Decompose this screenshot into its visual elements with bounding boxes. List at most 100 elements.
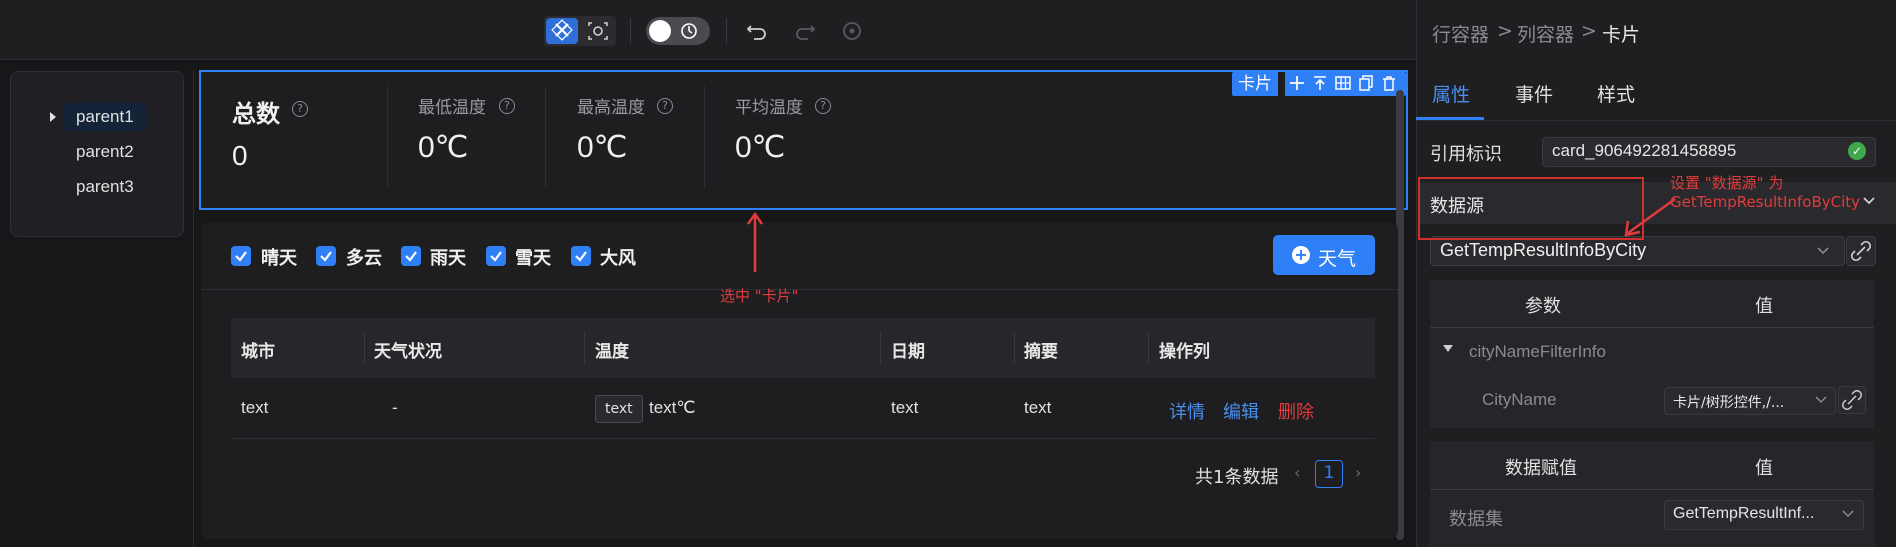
ref-id-label: 引用标识 — [1430, 144, 1502, 165]
tab-events[interactable]: 事件 — [1515, 80, 1553, 107]
stat-avg-label: 平均温度 — [735, 98, 803, 118]
stat-total-value: 0 — [232, 140, 248, 171]
pager-current-page[interactable]: 1 — [1315, 460, 1343, 488]
assign-header-line — [1430, 489, 1874, 490]
help-icon: ? — [815, 98, 831, 114]
column-header-city: 城市 — [241, 342, 275, 362]
stat-total-label: 总数 — [232, 101, 280, 128]
stats-card[interactable] — [199, 70, 1408, 210]
history-icon — [843, 22, 861, 40]
design-mode-icon — [551, 19, 573, 41]
history-button[interactable] — [837, 16, 867, 46]
stat-min-value: 0℃ — [418, 131, 469, 164]
column-divider — [584, 333, 585, 363]
link-icon — [1842, 390, 1862, 410]
column-header-date: 日期 — [891, 342, 925, 362]
tab-properties[interactable]: 属性 — [1432, 80, 1470, 107]
breadcrumb-column[interactable]: 列容器 — [1517, 20, 1574, 47]
datasource-value: GetTempResultInfoByCity — [1440, 240, 1647, 260]
cell-weather: - — [392, 398, 398, 417]
checkbox-cloudy[interactable] — [316, 246, 336, 266]
pager-prev-icon[interactable]: ‹ — [1294, 463, 1300, 482]
delete-link[interactable]: 删除 — [1278, 398, 1314, 424]
select-parent-icon[interactable] — [1311, 74, 1329, 92]
undo-icon — [746, 25, 766, 40]
checkbox-label-sunny: 晴天 — [261, 248, 297, 269]
checkbox-snowy[interactable] — [486, 246, 506, 266]
tree-item-parent1[interactable]: parent1 — [64, 103, 146, 131]
move-icon[interactable] — [1288, 74, 1306, 92]
chevron-down-icon[interactable] — [1842, 510, 1854, 519]
assign-header-key: 数据赋值 — [1505, 458, 1577, 479]
undo-button[interactable] — [742, 16, 772, 46]
annotation-set-datasource-1: 设置 "数据源" 为 — [1670, 174, 1784, 192]
chevron-down-icon[interactable] — [1816, 246, 1830, 256]
caret-down-icon[interactable] — [1442, 344, 1454, 354]
checkbox-rainy[interactable] — [401, 246, 421, 266]
design-mode-button[interactable] — [546, 18, 578, 44]
stat-max-value: 0℃ — [577, 131, 628, 164]
add-weather-label: 天气 — [1318, 248, 1357, 270]
checkbox-label-cloudy: 多云 — [346, 248, 382, 269]
params-header-line — [1430, 327, 1874, 328]
temp-tag: text — [595, 395, 643, 423]
redo-icon — [796, 25, 816, 40]
column-header-weather: 天气状况 — [374, 342, 442, 362]
stat-divider — [387, 86, 388, 188]
detail-link[interactable]: 详情 — [1169, 398, 1205, 424]
assign-header-value: 值 — [1755, 458, 1773, 479]
tab-styles[interactable]: 样式 — [1597, 80, 1635, 107]
card-type-tag: 卡片 — [1232, 72, 1278, 96]
cell-summary: text — [1024, 398, 1052, 417]
column-divider — [364, 333, 365, 363]
redo-button[interactable] — [790, 16, 820, 46]
breadcrumb-card: 卡片 — [1602, 24, 1641, 46]
plus-circle-icon: + — [1292, 246, 1310, 264]
toggle-knob — [649, 20, 671, 42]
left-divider — [193, 71, 194, 547]
annotation-set-datasource-2: GetTempResultInfoByCity — [1670, 193, 1861, 211]
expand-caret-icon[interactable] — [50, 112, 56, 122]
tree-item-parent3[interactable]: parent3 — [64, 173, 146, 201]
grid-icon[interactable] — [1334, 74, 1352, 92]
copy-icon[interactable] — [1357, 74, 1375, 92]
check-circle-icon: ✓ — [1848, 142, 1866, 160]
help-icon: ? — [657, 98, 673, 114]
annotation-select-card: 选中 "卡片" — [720, 287, 799, 305]
checkbox-windy[interactable] — [571, 246, 591, 266]
stat-max-label: 最高温度 — [577, 98, 645, 118]
pager-next-icon[interactable]: › — [1355, 463, 1361, 482]
column-divider — [1148, 333, 1149, 363]
param-group-label: cityNameFilterInfo — [1469, 342, 1606, 361]
help-icon: ? — [499, 98, 515, 114]
column-header-actions: 操作列 — [1159, 342, 1210, 362]
tree-item-parent2[interactable]: parent2 — [64, 138, 146, 166]
param-binding-button[interactable] — [1838, 386, 1866, 414]
panel-divider — [201, 289, 1398, 290]
tab-bar-line — [1416, 120, 1896, 121]
stat-min-label: 最低温度 — [418, 98, 486, 118]
annotation-arrow-up — [746, 211, 764, 272]
breadcrumb-sep: > — [1497, 20, 1513, 42]
edit-link[interactable]: 编辑 — [1223, 398, 1259, 424]
theme-toggle-icon — [678, 20, 700, 42]
active-tab-indicator — [1416, 117, 1484, 120]
column-header-summary: 摘要 — [1024, 342, 1058, 362]
preview-icon — [588, 22, 608, 40]
param-value-text: 卡片/树形控件,/... — [1673, 395, 1785, 411]
help-icon: ? — [292, 101, 308, 117]
preview-button[interactable] — [582, 18, 614, 44]
stat-divider — [545, 86, 546, 188]
chevron-down-icon[interactable] — [1815, 396, 1827, 405]
stat-avg-value: 0℃ — [735, 131, 786, 164]
chevron-down-icon[interactable] — [1862, 196, 1876, 206]
delete-icon[interactable] — [1380, 74, 1398, 92]
checkbox-label-snowy: 雪天 — [515, 248, 551, 269]
checkbox-label-rainy: 雨天 — [430, 248, 466, 269]
toolbar-divider — [726, 18, 727, 44]
binding-button[interactable] — [1846, 236, 1876, 266]
breadcrumb-row[interactable]: 行容器 — [1432, 20, 1489, 47]
annotation-highlight-box — [1418, 177, 1644, 240]
cell-city: text — [241, 398, 269, 417]
checkbox-sunny[interactable] — [231, 246, 251, 266]
